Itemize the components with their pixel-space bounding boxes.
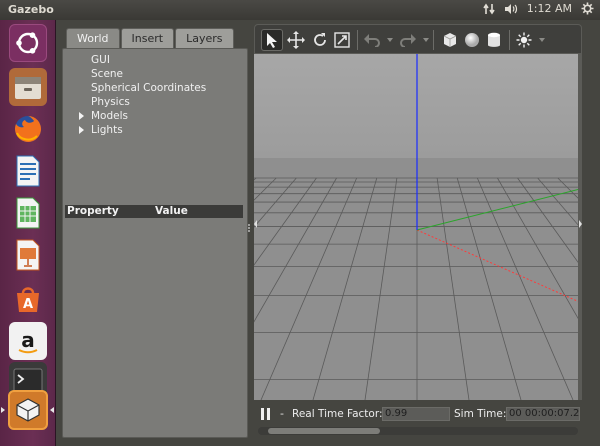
gazebo-icon[interactable] bbox=[8, 390, 48, 430]
amazon-icon[interactable]: a bbox=[9, 322, 47, 360]
box-shape-icon[interactable] bbox=[439, 29, 461, 51]
scene-grid bbox=[254, 54, 578, 400]
sky bbox=[254, 54, 578, 158]
launcher: A a bbox=[0, 20, 56, 446]
impress-icon[interactable] bbox=[9, 236, 47, 274]
desktop: Gazebo 1:12 AM A a World Insert Layers G… bbox=[0, 0, 600, 446]
tree-item-gui[interactable]: GUI bbox=[73, 53, 206, 67]
tab-world[interactable]: World bbox=[66, 28, 120, 48]
cylinder-shape-icon[interactable] bbox=[483, 29, 505, 51]
time-panel: - Real Time Factor: 0.99 Sim Time: 00 00… bbox=[254, 400, 582, 438]
ubuntu-dash-icon[interactable] bbox=[9, 24, 47, 62]
writer-icon[interactable] bbox=[9, 152, 47, 190]
left-tabs: World Insert Layers bbox=[66, 28, 235, 48]
undo-icon[interactable] bbox=[361, 29, 383, 51]
vertical-splitter-handle[interactable] bbox=[247, 224, 251, 235]
redo-dropdown-icon[interactable] bbox=[423, 38, 429, 42]
undo-dropdown-icon[interactable] bbox=[387, 38, 393, 42]
rotate-icon[interactable] bbox=[309, 29, 331, 51]
real-time-factor-label: Real Time Factor: bbox=[292, 408, 383, 420]
translate-icon[interactable] bbox=[285, 29, 307, 51]
focused-app-pip bbox=[50, 407, 54, 413]
tree-item-scene[interactable]: Scene bbox=[73, 67, 206, 81]
top-panel: Gazebo 1:12 AM bbox=[0, 0, 600, 20]
real-time-factor-value: 0.99 bbox=[382, 407, 450, 421]
world-tab-body: GUI Scene Spherical Coordinates Physics … bbox=[62, 48, 248, 438]
toolbar-separator bbox=[357, 30, 358, 50]
scrollbar-thumb[interactable] bbox=[268, 428, 380, 434]
window-title: Gazebo bbox=[8, 3, 54, 16]
property-column-header[interactable]: Property bbox=[67, 205, 119, 218]
system-tray: 1:12 AM bbox=[483, 2, 594, 15]
pause-icon[interactable] bbox=[261, 408, 271, 420]
software-center-icon[interactable]: A bbox=[9, 280, 47, 318]
render-toolbar bbox=[254, 24, 582, 54]
volume-icon[interactable] bbox=[504, 3, 518, 15]
firefox-icon[interactable] bbox=[9, 110, 47, 148]
value-column-header[interactable]: Value bbox=[155, 205, 188, 218]
left-panel: World Insert Layers GUI Scene Spherical … bbox=[62, 24, 248, 438]
expand-arrow-icon[interactable] bbox=[79, 126, 84, 134]
render-panel: - Real Time Factor: 0.99 Sim Time: 00 00… bbox=[254, 24, 582, 438]
active-app-pip bbox=[1, 407, 5, 413]
select-arrow-icon[interactable] bbox=[261, 29, 283, 51]
sim-time-label: Sim Time: bbox=[454, 408, 507, 420]
right-panel-toggle-icon[interactable] bbox=[579, 220, 582, 228]
3d-viewport[interactable] bbox=[254, 54, 578, 400]
clock[interactable]: 1:12 AM bbox=[527, 2, 572, 15]
network-arrows-icon[interactable] bbox=[483, 3, 495, 15]
redo-icon[interactable] bbox=[397, 29, 419, 51]
tree-item-models[interactable]: Models bbox=[73, 109, 206, 123]
light-icon[interactable] bbox=[513, 29, 535, 51]
gazebo-window: World Insert Layers GUI Scene Spherical … bbox=[56, 20, 600, 446]
svg-text:A: A bbox=[23, 297, 33, 312]
tree-item-lights[interactable]: Lights bbox=[73, 123, 206, 137]
toolbar-separator bbox=[433, 30, 434, 50]
world-tree: GUI Scene Spherical Coordinates Physics … bbox=[73, 53, 206, 137]
sphere-shape-icon[interactable] bbox=[461, 29, 483, 51]
files-icon[interactable] bbox=[9, 68, 47, 106]
calc-icon[interactable] bbox=[9, 194, 47, 232]
toolbar-separator bbox=[509, 30, 510, 50]
left-panel-toggle-icon[interactable] bbox=[254, 220, 257, 228]
tab-layers[interactable]: Layers bbox=[175, 28, 234, 48]
tab-insert[interactable]: Insert bbox=[120, 28, 175, 48]
step-button[interactable]: - bbox=[280, 407, 284, 420]
settings-gear-icon[interactable] bbox=[581, 2, 594, 15]
tree-item-physics[interactable]: Physics bbox=[73, 95, 206, 109]
scale-icon[interactable] bbox=[331, 29, 353, 51]
sim-time-value: 00 00:00:07.249 bbox=[506, 407, 580, 421]
tree-item-spherical-coordinates[interactable]: Spherical Coordinates bbox=[73, 81, 206, 95]
expand-arrow-icon[interactable] bbox=[79, 112, 84, 120]
property-table-header: Property Value bbox=[65, 205, 243, 218]
svg-text:a: a bbox=[21, 328, 35, 352]
light-dropdown-icon[interactable] bbox=[539, 38, 545, 42]
